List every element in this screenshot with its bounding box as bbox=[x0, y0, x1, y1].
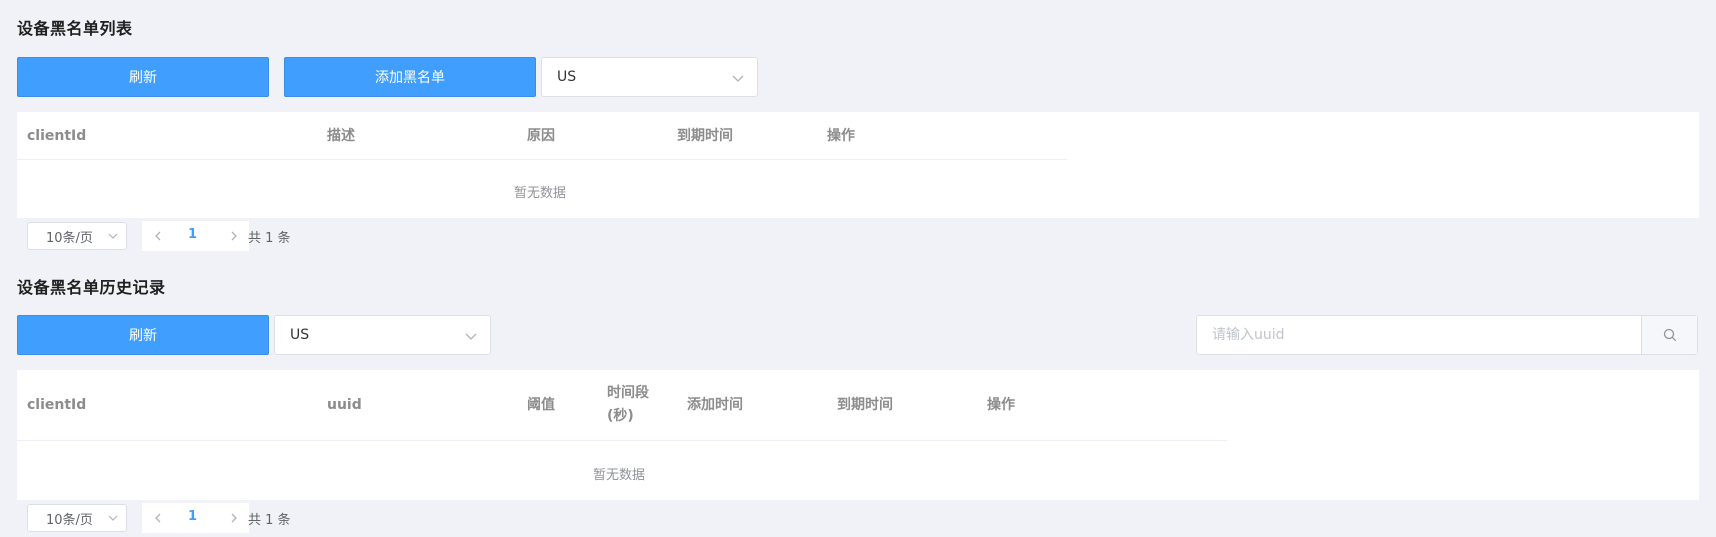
chevron-down-icon bbox=[108, 515, 118, 521]
column-header: clientId bbox=[27, 128, 87, 144]
column-header: 添加时间 bbox=[687, 397, 743, 413]
pagination: 1 bbox=[142, 503, 249, 533]
page-number[interactable]: 1 bbox=[188, 509, 197, 524]
blacklist-table: clientId 描述 原因 到期时间 操作 暂无数据 bbox=[17, 112, 1699, 218]
search-icon bbox=[1663, 328, 1676, 342]
history-refresh-button[interactable]: 刷新 bbox=[17, 315, 269, 355]
column-header: uuid bbox=[327, 397, 362, 413]
chevron-left-icon[interactable] bbox=[152, 230, 164, 242]
uuid-search bbox=[1196, 315, 1698, 355]
column-header: 操作 bbox=[987, 397, 1015, 413]
history-region-select[interactable]: US bbox=[274, 315, 491, 355]
pagination-total: 共 1 条 bbox=[248, 513, 291, 528]
page-size-select[interactable]: 10条/页 bbox=[27, 222, 127, 250]
search-button[interactable] bbox=[1641, 316, 1697, 354]
page-number[interactable]: 1 bbox=[188, 227, 197, 242]
column-header: 操作 bbox=[827, 128, 855, 144]
empty-text: 暂无数据 bbox=[593, 468, 646, 483]
blacklist-region-select[interactable]: US bbox=[541, 57, 758, 97]
region-select-value: US bbox=[290, 327, 310, 343]
page-size-value: 10条/页 bbox=[46, 230, 93, 246]
pagination-total: 共 1 条 bbox=[248, 231, 291, 246]
pagination: 1 bbox=[142, 221, 249, 251]
column-header: 到期时间 bbox=[837, 397, 893, 413]
page-size-value: 10条/页 bbox=[46, 512, 93, 528]
column-header: 阈值 bbox=[527, 397, 555, 413]
chevron-down-icon bbox=[732, 75, 744, 82]
column-header: 描述 bbox=[327, 128, 355, 144]
column-header: 原因 bbox=[527, 128, 555, 144]
column-header: clientId bbox=[27, 397, 87, 413]
table-header: clientId uuid 阈值 时间段 (秒) 添加时间 到期时间 操作 bbox=[17, 370, 1227, 441]
blacklist-refresh-button[interactable]: 刷新 bbox=[17, 57, 269, 97]
chevron-right-icon[interactable] bbox=[228, 230, 240, 242]
blacklist-title: 设备黑名单列表 bbox=[17, 19, 133, 38]
column-header: 到期时间 bbox=[677, 128, 733, 144]
region-select-value: US bbox=[557, 69, 577, 85]
add-blacklist-button[interactable]: 添加黑名单 bbox=[284, 57, 536, 97]
empty-text: 暂无数据 bbox=[514, 186, 567, 201]
column-header-unit: (秒) bbox=[607, 408, 634, 424]
table-header: clientId 描述 原因 到期时间 操作 bbox=[17, 112, 1067, 160]
chevron-down-icon bbox=[108, 233, 118, 239]
history-table: clientId uuid 阈值 时间段 (秒) 添加时间 到期时间 操作 暂无… bbox=[17, 370, 1699, 500]
chevron-right-icon[interactable] bbox=[228, 512, 240, 524]
page-size-select[interactable]: 10条/页 bbox=[27, 504, 127, 532]
history-title: 设备黑名单历史记录 bbox=[17, 278, 166, 297]
chevron-left-icon[interactable] bbox=[152, 512, 164, 524]
chevron-down-icon bbox=[465, 333, 477, 340]
column-header: 时间段 bbox=[607, 385, 649, 401]
uuid-search-input[interactable] bbox=[1197, 316, 1641, 354]
